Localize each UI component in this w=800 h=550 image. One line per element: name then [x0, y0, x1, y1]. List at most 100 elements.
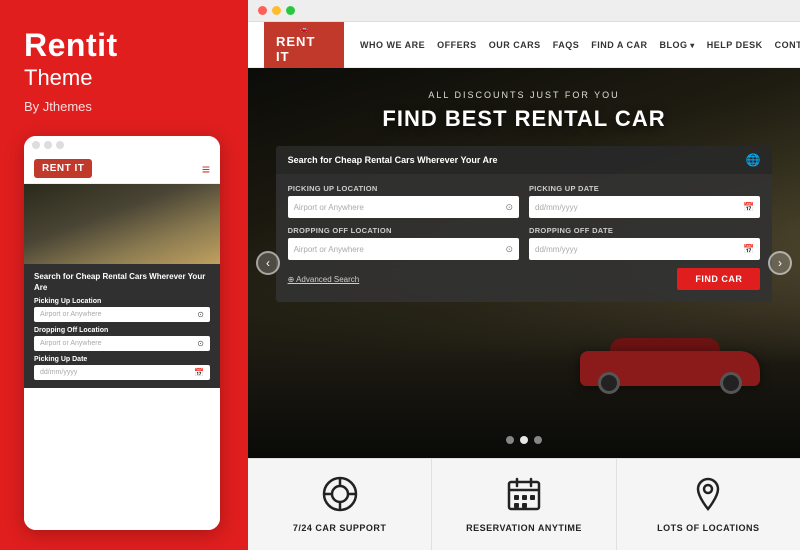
- mobile-logo-box: RENT IT: [34, 159, 92, 178]
- dropoff-date-field: Dropping Off Date dd/mm/yyyy 📅: [529, 226, 760, 260]
- dropoff-location-input[interactable]: Airport or Anywhere ⊙: [288, 238, 519, 260]
- mobile-dot-3: [56, 141, 64, 149]
- mobile-pickup-label: Picking Up Location: [34, 298, 210, 305]
- browser-chrome: [248, 0, 800, 22]
- locations-icon: [690, 476, 726, 517]
- search-form-row-2: Dropping Off Location Airport or Anywher…: [288, 226, 761, 260]
- pickup-date-input[interactable]: dd/mm/yyyy 📅: [529, 196, 760, 218]
- dropoff-date-label: Dropping Off Date: [529, 226, 760, 235]
- mobile-location-icon: ⊙: [197, 310, 204, 319]
- feature-reservation: RESERVATION ANYTIME: [432, 459, 616, 550]
- dropoff-location-placeholder: Airport or Anywhere: [294, 245, 364, 254]
- hero-nav-right[interactable]: ›: [768, 251, 792, 275]
- mobile-pickupdate-label: Picking Up Date: [34, 356, 210, 363]
- search-form-row-1: Picking Up Location Airport or Anywhere …: [288, 184, 761, 218]
- browser-dot-green[interactable]: [286, 6, 295, 15]
- pickup-location-field: Picking Up Location Airport or Anywhere …: [288, 184, 519, 218]
- pickup-location-input[interactable]: Airport or Anywhere ⊙: [288, 196, 519, 218]
- search-form-header: Search for Cheap Rental Cars Wherever Yo…: [276, 146, 773, 174]
- nav-find-a-car[interactable]: FIND A CAR: [591, 40, 647, 50]
- theme-author: By Jthemes: [24, 99, 224, 114]
- car-wheel-left: [598, 372, 620, 394]
- pickup-location-placeholder: Airport or Anywhere: [294, 203, 364, 212]
- nav-who-we-are[interactable]: WHO WE ARE: [360, 40, 425, 50]
- site-logo-text: RENT IT: [276, 34, 332, 64]
- mobile-logo-text: RENT IT: [42, 163, 84, 174]
- site-features: 7/24 CAR SUPPORT RESE: [248, 458, 800, 550]
- mobile-dropoff-input[interactable]: Airport or Anywhere ⊙: [34, 336, 210, 351]
- feature-locations: LOTS OF LOCATIONS: [617, 459, 800, 550]
- pickup-date-field: Picking Up Date dd/mm/yyyy 📅: [529, 184, 760, 218]
- mobile-calendar-icon: 📅: [194, 368, 204, 377]
- mobile-search-section: Search for Cheap Rental Cars Wherever Yo…: [24, 264, 220, 388]
- right-panel: 🚗 RENT IT WHO WE ARE OFFERS OUR CARS FAQ…: [248, 0, 800, 550]
- advanced-search-link[interactable]: ⊕ Advanced Search: [288, 275, 360, 284]
- search-form-container: Search for Cheap Rental Cars Wherever Yo…: [276, 146, 773, 302]
- hero-nav-left[interactable]: ‹: [256, 251, 280, 275]
- location-icon-2: ⊙: [505, 244, 513, 255]
- car-support-label: 7/24 CAR SUPPORT: [293, 523, 387, 533]
- mobile-pickupdate-placeholder: dd/mm/yyyy: [40, 369, 77, 376]
- hero-text-block: ALL DISCOUNTS JUST FOR YOU FIND BEST REN…: [248, 68, 800, 132]
- hamburger-icon[interactable]: ≡: [202, 162, 210, 176]
- mobile-hero-road: [24, 184, 220, 264]
- mobile-pickup-placeholder: Airport or Anywhere: [40, 311, 101, 318]
- theme-title: Rentit: [24, 28, 224, 63]
- browser-dot-yellow[interactable]: [272, 6, 281, 15]
- mobile-header: RENT IT ≡: [24, 154, 220, 184]
- locations-label: LOTS OF LOCATIONS: [657, 523, 759, 533]
- globe-icon: 🌐: [745, 153, 760, 167]
- search-bottom-row: ⊕ Advanced Search FIND CAR: [288, 268, 761, 290]
- hero-dots: [506, 436, 542, 444]
- dropoff-date-input[interactable]: dd/mm/yyyy 📅: [529, 238, 760, 260]
- mobile-dropoff-label: Dropping Off Location: [34, 327, 210, 334]
- mobile-dot-1: [32, 141, 40, 149]
- left-panel: Rentit Theme By Jthemes RENT IT ≡ Search…: [0, 0, 248, 550]
- car-support-icon: [322, 476, 358, 517]
- dropoff-location-label: Dropping Off Location: [288, 226, 519, 235]
- pickup-date-placeholder: dd/mm/yyyy: [535, 203, 578, 212]
- search-form-body: Picking Up Location Airport or Anywhere …: [276, 174, 773, 302]
- location-icon-1: ⊙: [505, 202, 513, 213]
- mobile-dot-2: [44, 141, 52, 149]
- site-hero: ‹ › ALL DISCOUNTS JUST FOR YOU FIND BEST…: [248, 68, 800, 458]
- find-car-button[interactable]: FIND CAR: [677, 268, 760, 290]
- pickup-date-label: Picking Up Date: [529, 184, 760, 193]
- dropoff-date-placeholder: dd/mm/yyyy: [535, 245, 578, 254]
- hero-car: [580, 328, 760, 398]
- hero-subtitle: ALL DISCOUNTS JUST FOR YOU: [248, 90, 800, 100]
- car-wheel-right: [720, 372, 742, 394]
- site-nav: WHO WE ARE OFFERS OUR CARS FAQS FIND A C…: [360, 40, 800, 50]
- search-form-header-text: Search for Cheap Rental Cars Wherever Yo…: [288, 155, 498, 165]
- reservation-label: RESERVATION ANYTIME: [466, 523, 582, 533]
- nav-help-desk[interactable]: HELP DESK: [707, 40, 763, 50]
- mobile-dropoff-placeholder: Airport or Anywhere: [40, 340, 101, 347]
- reservation-icon: [506, 476, 542, 517]
- mobile-search-title: Search for Cheap Rental Cars Wherever Yo…: [34, 272, 210, 293]
- hero-dot-1[interactable]: [506, 436, 514, 444]
- site-logo-box: 🚗 RENT IT: [264, 22, 344, 70]
- hero-dot-2[interactable]: [520, 436, 528, 444]
- mobile-location-icon-2: ⊙: [197, 339, 204, 348]
- mobile-pickup-input[interactable]: Airport or Anywhere ⊙: [34, 307, 210, 322]
- nav-faqs[interactable]: FAQS: [553, 40, 580, 50]
- browser-dot-red[interactable]: [258, 6, 267, 15]
- hero-title: FIND BEST RENTAL CAR: [248, 106, 800, 132]
- feature-car-support: 7/24 CAR SUPPORT: [248, 459, 432, 550]
- nav-offers[interactable]: OFFERS: [437, 40, 477, 50]
- calendar-icon-1: 📅: [743, 202, 754, 213]
- dropoff-location-field: Dropping Off Location Airport or Anywher…: [288, 226, 519, 260]
- nav-our-cars[interactable]: OUR CARS: [489, 40, 541, 50]
- site-header: 🚗 RENT IT WHO WE ARE OFFERS OUR CARS FAQ…: [248, 22, 800, 68]
- pickup-location-label: Picking Up Location: [288, 184, 519, 193]
- mobile-dots: [32, 141, 64, 149]
- mobile-mockup: RENT IT ≡ Search for Cheap Rental Cars W…: [24, 136, 220, 530]
- desktop-site: 🚗 RENT IT WHO WE ARE OFFERS OUR CARS FAQ…: [248, 22, 800, 550]
- mobile-pickupdate-input[interactable]: dd/mm/yyyy 📅: [34, 365, 210, 380]
- hero-dot-3[interactable]: [534, 436, 542, 444]
- calendar-icon-2: 📅: [743, 244, 754, 255]
- mobile-top-bar: [24, 136, 220, 154]
- nav-blog[interactable]: BLOG: [660, 40, 695, 50]
- theme-subtitle: Theme: [24, 65, 224, 91]
- nav-contact[interactable]: CONTACT: [775, 40, 800, 50]
